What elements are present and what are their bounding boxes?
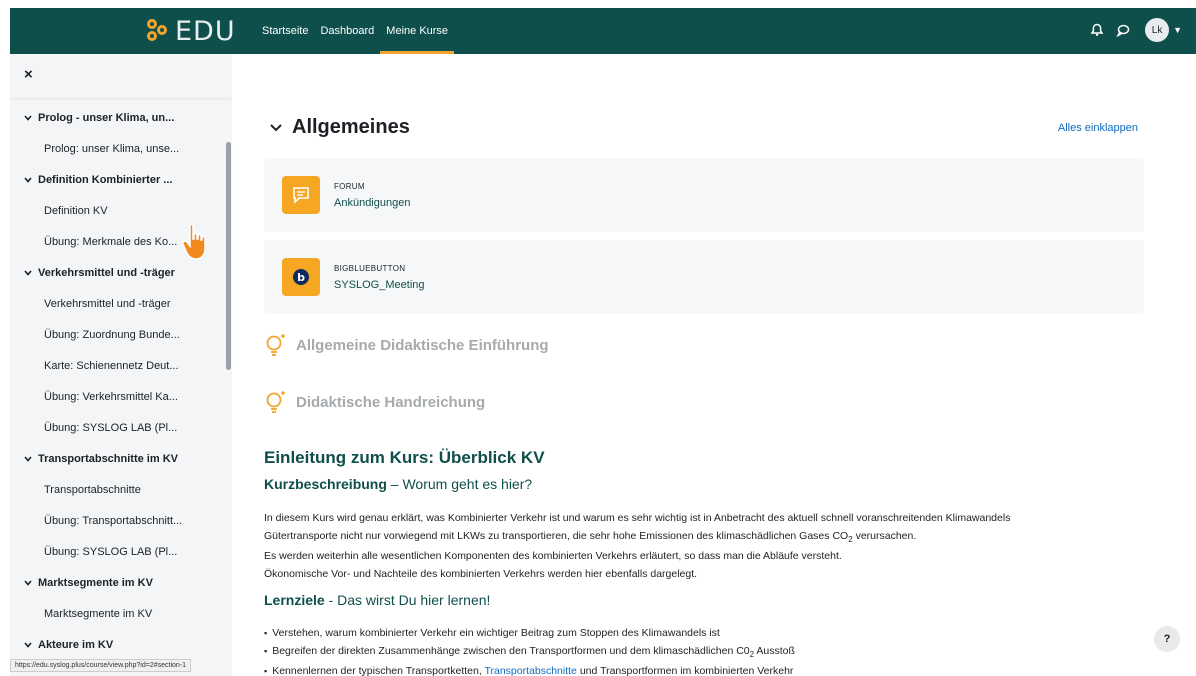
lightbulb-icon xyxy=(266,334,285,356)
course-index-label: Übung: SYSLOG LAB (Pl... xyxy=(44,545,178,558)
chevron-down-icon[interactable] xyxy=(24,579,38,586)
transportabschnitte-link[interactable]: Transportabschnitte xyxy=(484,665,576,676)
course-index-label: Marktsegmente im KV xyxy=(44,607,153,620)
course-index-section[interactable]: Prolog - unser Klima, un... xyxy=(10,102,232,133)
course-index-item[interactable]: Marktsegmente im KV xyxy=(10,598,232,629)
list-item: Verstehen, warum kombinierter Verkehr ei… xyxy=(264,625,1164,643)
svg-text:b: b xyxy=(297,271,305,284)
status-bar-url: https://edu.syslog.plus/course/view.php?… xyxy=(10,659,192,672)
course-index-item[interactable]: Übung: SYSLOG LAB (Pl... xyxy=(10,412,232,443)
course-index-label: Transportabschnitte im KV xyxy=(38,452,178,465)
label-didaktische-einfuehrung[interactable]: Allgemeine Didaktische Einführung xyxy=(264,332,549,358)
kurzbeschreibung-heading: Kurzbeschreibung – Worum geht es hier? xyxy=(264,476,532,492)
course-index-label: Definition Kombinierter ... xyxy=(38,173,173,186)
course-index-label: Prolog: unser Klima, unse... xyxy=(44,142,180,155)
description-line: In diesem Kurs wird genau erklärt, was K… xyxy=(264,512,1011,524)
description-line: Es werden weiterhin alle wesentlichen Ko… xyxy=(264,550,842,563)
activity-link[interactable]: SYSLOG_Meeting xyxy=(334,279,425,291)
course-index-section[interactable]: Transportabschnitte im KV xyxy=(10,443,232,474)
course-index-item[interactable]: Verkehrsmittel und -träger xyxy=(10,288,232,319)
activity-bigbluebutton[interactable]: b BIGBLUEBUTTON SYSLOG_Meeting xyxy=(264,240,1144,314)
kurzbeschreibung-bold: Kurzbeschreibung xyxy=(264,476,387,492)
bigbluebutton-icon: b xyxy=(282,258,320,296)
course-index-label: Verkehrsmittel und -träger xyxy=(38,266,175,279)
course-index-list: Prolog - unser Klima, un... Prolog: unser… xyxy=(10,102,232,660)
activity-type: FORUM xyxy=(334,182,365,191)
intro-heading: Einleitung zum Kurs: Überblick KV xyxy=(264,448,545,467)
course-index-section[interactable]: Marktsegmente im KV xyxy=(10,567,232,598)
course-index-item[interactable]: Übung: Zuordnung Bunde... xyxy=(10,319,232,350)
label-didaktische-handreichung[interactable]: Didaktische Handreichung xyxy=(264,389,485,415)
course-index-label: Übung: Transportabschnitt... xyxy=(44,514,183,527)
message-icon[interactable] xyxy=(1113,20,1133,40)
logo-text: EDU xyxy=(175,16,236,47)
close-icon[interactable]: × xyxy=(24,66,33,83)
course-index-label: Verkehrsmittel und -träger xyxy=(44,297,171,310)
course-index-section[interactable]: Akteure im KV xyxy=(10,629,232,660)
course-index-label: Karte: Schienennetz Deut... xyxy=(44,359,179,372)
chevron-down-icon[interactable]: ▼ xyxy=(1173,25,1182,35)
hand-cursor-icon xyxy=(182,223,206,260)
course-index-label: Übung: Merkmale des Ko... xyxy=(44,235,178,248)
course-index-label: Prolog - unser Klima, un... xyxy=(38,111,175,124)
course-index-label: Übung: SYSLOG LAB (Pl... xyxy=(44,421,178,434)
chevron-down-icon[interactable] xyxy=(24,114,38,121)
drawer-header: × xyxy=(10,54,232,98)
section-header[interactable]: Allgemeines xyxy=(270,116,410,139)
course-index-label: Übung: Zuordnung Bunde... xyxy=(44,328,180,341)
kurzbeschreibung-rest: – Worum geht es hier? xyxy=(386,476,533,492)
label-text: Didaktische Handreichung xyxy=(296,393,486,411)
logo-mark-icon xyxy=(145,18,171,45)
help-button[interactable]: ? xyxy=(1154,626,1180,652)
course-index-label: Übung: Verkehrsmittel Ka... xyxy=(44,390,178,403)
primary-nav: Startseite Dashboard Meine Kurse xyxy=(256,8,454,54)
user-menu-area: Lk ▼ xyxy=(1081,18,1182,42)
course-index-label: Transportabschnitte xyxy=(44,483,141,496)
nav-link-startseite[interactable]: Startseite xyxy=(256,8,314,54)
list-item: Begreifen der direkten Zusammenhänge zwi… xyxy=(264,643,1164,664)
drawer-scrollbar[interactable] xyxy=(226,142,231,370)
course-description: In diesem Kurs wird genau erklärt, was K… xyxy=(264,510,1164,583)
forum-icon xyxy=(282,176,320,214)
chevron-down-icon[interactable] xyxy=(24,269,38,276)
course-index-label: Definition KV xyxy=(44,204,108,217)
course-content: Allgemeines Alles einklappen FORUM Ankün… xyxy=(232,54,1196,676)
nav-link-meine-kurse[interactable]: Meine Kurse xyxy=(380,8,454,54)
course-index-drawer: × Prolog - unser Klima, un... Prolog: uns… xyxy=(10,54,232,676)
activity-forum[interactable]: FORUM Ankündigungen xyxy=(264,158,1144,232)
lightbulb-icon xyxy=(266,391,285,413)
course-index-section[interactable]: Definition Kombinierter ... xyxy=(10,164,232,195)
section-title: Allgemeines xyxy=(292,116,410,138)
bell-icon[interactable] xyxy=(1087,20,1107,40)
list-item: Kennenlernen der typischen Transportkett… xyxy=(264,663,1164,676)
course-index-label: Marktsegmente im KV xyxy=(38,576,153,589)
course-index-item[interactable]: Transportabschnitte xyxy=(10,474,232,505)
top-navbar: EDU Startseite Dashboard Meine Kurse Lk … xyxy=(10,8,1196,54)
course-index-item[interactable]: Übung: Transportabschnitt... xyxy=(10,505,232,536)
description-line: Gütertransporte nicht nur vorwiegend mit… xyxy=(264,529,917,544)
lernziele-heading: Lernziele - Das wirst Du hier lernen! xyxy=(264,592,490,608)
course-index-item[interactable]: Prolog: unser Klima, unse... xyxy=(10,133,232,164)
site-logo[interactable]: EDU xyxy=(145,16,236,47)
lernziele-bold: Lernziele xyxy=(264,592,325,608)
chevron-down-icon[interactable] xyxy=(24,176,38,183)
course-index-item[interactable]: Karte: Schienennetz Deut... xyxy=(10,350,232,381)
activity-link[interactable]: Ankündigungen xyxy=(334,197,410,209)
activity-type: BIGBLUEBUTTON xyxy=(334,264,406,273)
course-index-item[interactable]: Übung: SYSLOG LAB (Pl... xyxy=(10,536,232,567)
chevron-down-icon[interactable] xyxy=(24,641,38,648)
chevron-down-icon[interactable] xyxy=(24,455,38,462)
avatar[interactable]: Lk xyxy=(1145,18,1170,42)
chevron-down-icon[interactable] xyxy=(270,120,282,135)
lernziele-rest: - Das wirst Du hier lernen! xyxy=(324,592,491,608)
course-index-label: Akteure im KV xyxy=(38,638,114,651)
course-index-item[interactable]: Übung: Verkehrsmittel Ka... xyxy=(10,381,232,412)
label-text: Allgemeine Didaktische Einführung xyxy=(296,336,549,354)
learning-goals-list: Verstehen, warum kombinierter Verkehr ei… xyxy=(264,625,1164,676)
description-line: Ökonomische Vor- und Nachteile des kombi… xyxy=(264,567,698,580)
collapse-all-link[interactable]: Alles einklappen xyxy=(1058,122,1138,134)
nav-link-dashboard[interactable]: Dashboard xyxy=(314,8,380,54)
